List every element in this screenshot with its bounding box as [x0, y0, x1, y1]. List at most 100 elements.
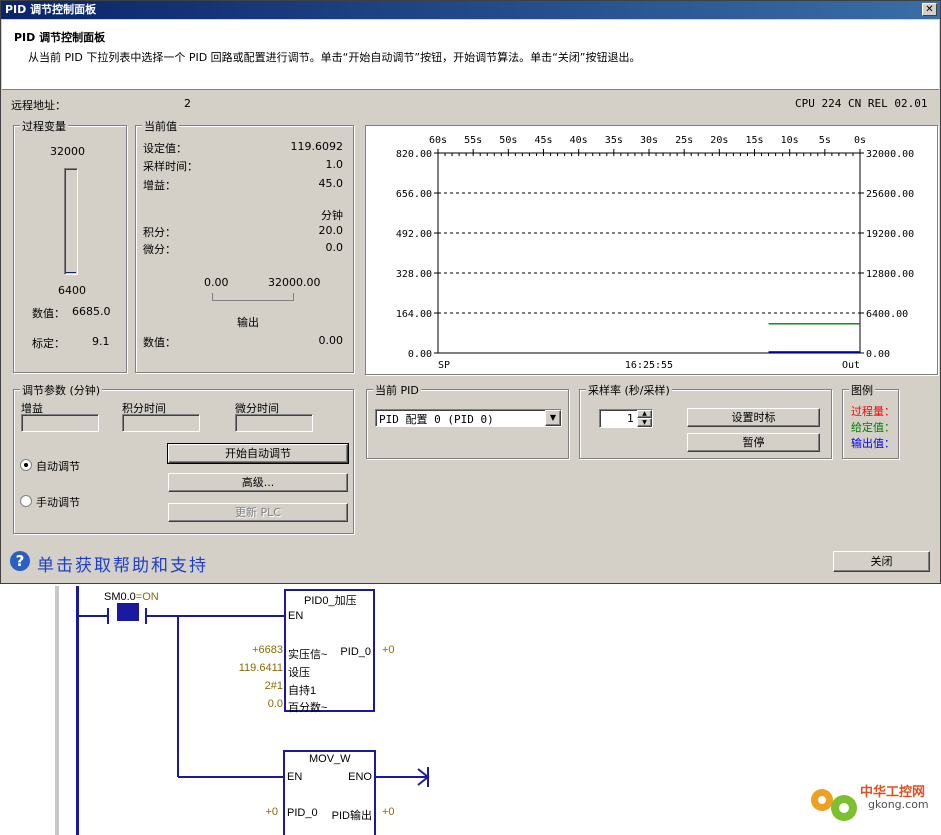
integral-label: 积分： [143, 226, 176, 239]
tune-integral-input[interactable] [122, 414, 200, 432]
current-pid-title: 当前 PID [373, 382, 421, 398]
x-right-label: Out [842, 360, 860, 371]
pid-en: EN [288, 610, 304, 622]
manual-tune-radio[interactable] [20, 495, 32, 507]
close-icon[interactable]: ✕ [922, 3, 937, 16]
pv-scale: 9.1 [92, 335, 110, 348]
gear-logo-icon [811, 789, 857, 821]
y-right-tick-label: 19200.00 [866, 229, 914, 240]
plot-area [437, 152, 861, 354]
x-tick-label: 30s [640, 135, 658, 146]
tune-gain-input[interactable] [21, 414, 99, 432]
advanced-button[interactable]: 高级... [168, 473, 348, 492]
auto-tune-label: 自动调节 [36, 460, 80, 473]
output-min: 0.00 [204, 276, 229, 289]
pv-bar-fill [66, 271, 76, 273]
y-left-tick-label: 328.00 [396, 269, 432, 280]
x-tick-label: 25s [675, 135, 693, 146]
output-label: 输出 [237, 316, 259, 329]
cpu-info: CPU 224 CN REL 02.01 [795, 97, 928, 110]
y-left-tick-label: 820.00 [396, 149, 432, 160]
remote-address-label: 远程地址： [11, 99, 66, 112]
legend-item-sp: 给定值： [851, 421, 895, 434]
y-right-tick-label: 12800.00 [866, 269, 914, 280]
sample-rate-group: 采样率 (秒/采样) 1 ▲ ▼ 设置时标 暂停 [579, 382, 832, 459]
pid-in-3: 自持1 [288, 685, 317, 697]
pid-in-1-value: +6683 [252, 644, 283, 656]
contact-energized[interactable] [117, 603, 139, 621]
legend-item-pv: 过程量： [851, 405, 895, 418]
y-left-tick-label: 492.00 [396, 229, 432, 240]
pid-select-value: PID 配置 0 (PID 0) [379, 413, 494, 426]
output-gauge [212, 293, 294, 301]
chevron-down-icon[interactable]: ▼ [545, 410, 561, 426]
pid-block[interactable]: PID0_加压 EN 实压信~ PID_0 设压 自持1 百分数~ [284, 589, 375, 714]
y-right-tick-label: 32000.00 [866, 149, 914, 160]
tuning-params-group: 调节参数 (分钟) 增益 积分时间 微分时间 自动调节 手动调节 开始自动调节 … [13, 382, 354, 534]
tuning-params-title: 调节参数 (分钟) [20, 382, 103, 398]
help-link[interactable]: 单击获取帮助和支持 [37, 551, 208, 576]
close-button[interactable]: 关闭 [833, 551, 930, 572]
output-value-label: 数值： [143, 336, 176, 349]
pid-in-4-value: 0.0 [267, 698, 283, 710]
legend-title: 图例 [849, 382, 875, 398]
set-timebase-button[interactable]: 设置时标 [687, 408, 820, 427]
pid-select[interactable]: PID 配置 0 (PID 0) ▼ [375, 409, 562, 427]
y-left-tick-label: 656.00 [396, 189, 432, 200]
pause-button[interactable]: 暂停 [687, 433, 820, 452]
watermark-url: gkong.com [868, 798, 929, 811]
derivative-value: 0.0 [325, 241, 344, 254]
x-tick-label: 35s [605, 135, 623, 146]
pid-in-2: 设压 [288, 667, 310, 679]
tune-derivative-input[interactable] [235, 414, 313, 432]
window-title: PID 调节控制面板 [5, 3, 97, 16]
x-tick-label: 15s [745, 135, 763, 146]
mov-block-title: MOV_W [309, 753, 351, 765]
help-icon[interactable]: ? [10, 551, 30, 571]
trend-chart-panel: 60s 55s 50s 45s 40s 35s 30s 25s 20s 15s 10s 5s 0s 820… [365, 125, 938, 375]
update-plc-button[interactable]: 更新 PLC [168, 503, 348, 522]
gain-value: 45.0 [318, 177, 344, 190]
pid-block-title: PID0_加压 [304, 595, 357, 607]
sample-time-label: 采样时间： [143, 160, 198, 173]
mov-out-value: +0 [382, 806, 395, 818]
pid-out-value: +0 [382, 644, 395, 656]
auto-tune-radio[interactable] [20, 459, 32, 471]
x-tick-label: 45s [534, 135, 552, 146]
title-bar[interactable]: PID 调节控制面板 ✕ [1, 1, 940, 19]
remote-address-value: 2 [184, 97, 191, 110]
pid-tuning-dialog: PID 调节控制面板 ✕ PID 调节控制面板 从当前 PID 下拉列表中选择一… [0, 0, 941, 584]
pv-top-value: 32000 [50, 145, 85, 158]
start-auto-tune-button[interactable]: 开始自动调节 [167, 443, 349, 464]
spin-up-icon[interactable]: ▲ [637, 410, 652, 418]
pv-bottom-value: 6400 [58, 284, 86, 297]
y-right-tick-label: 6400.00 [866, 309, 908, 320]
spin-down-icon[interactable]: ▼ [637, 418, 652, 427]
x-left-label: SP [438, 360, 450, 371]
setpoint-value: 119.6092 [290, 140, 344, 153]
sample-rate-value: 1 [627, 412, 634, 425]
derivative-label: 微分： [143, 243, 176, 256]
sample-rate-spinner[interactable]: 1 ▲ ▼ [599, 409, 653, 428]
pid-in-3-value: 2#1 [264, 680, 283, 692]
x-tick-label: 20s [710, 135, 728, 146]
x-tick-label: 50s [499, 135, 517, 146]
manual-tune-label: 手动调节 [36, 496, 80, 509]
x-tick-label: 5s [819, 135, 831, 146]
x-tick-label: 60s [429, 135, 447, 146]
mov-block[interactable]: MOV_W EN ENO PID_0 PID输出 [283, 750, 376, 835]
trend-chart: 60s 55s 50s 45s 40s 35s 30s 25s 20s 15s 10s 5s 0s 820… [396, 135, 914, 371]
gain-label: 增益： [143, 179, 176, 192]
sample-rate-title: 采样率 (秒/采样) [586, 382, 672, 398]
x-tick-label: 55s [464, 135, 482, 146]
current-values-group: 当前值 设定值： 119.6092 采样时间： 1.0 增益： 45.0 分钟 … [135, 118, 354, 373]
pv-value: 6685.0 [72, 305, 111, 318]
current-pid-group: 当前 PID PID 配置 0 (PID 0) ▼ [366, 382, 569, 459]
ladder-wires [79, 608, 430, 787]
mov-eno: ENO [348, 771, 372, 783]
header-band: PID 调节控制面板 从当前 PID 下拉列表中选择一个 PID 回路或配置进行… [2, 20, 939, 90]
current-values-title: 当前值 [142, 118, 179, 134]
contact-label: SM0.0=ON [104, 591, 159, 603]
pv-value-label: 数值： [32, 307, 65, 320]
sample-time-value: 1.0 [325, 158, 344, 171]
